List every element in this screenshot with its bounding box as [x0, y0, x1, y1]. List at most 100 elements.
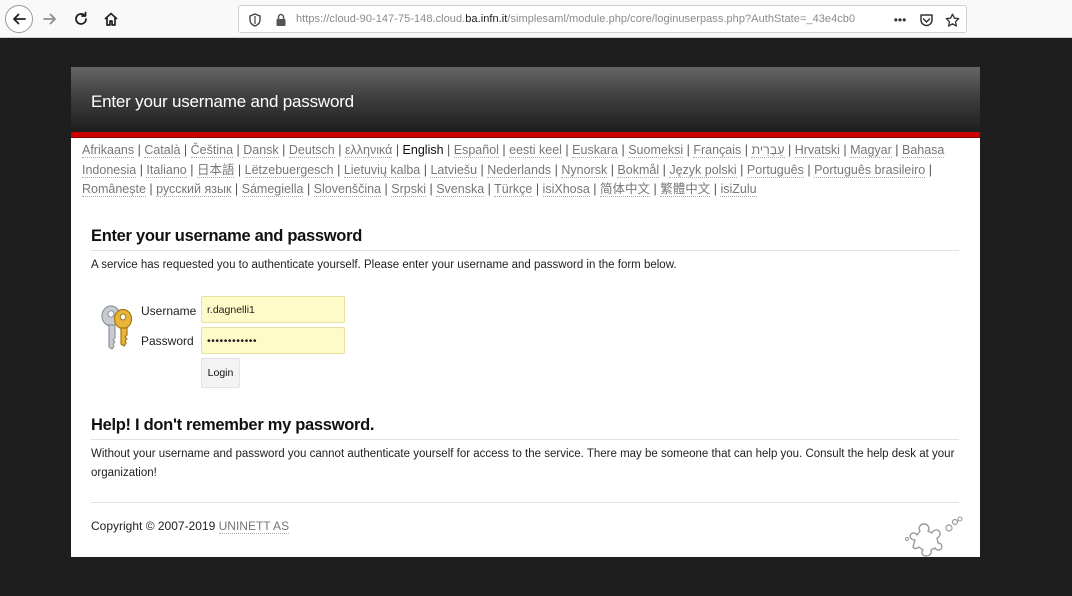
- language-link[interactable]: Deutsch: [288, 143, 335, 158]
- username-label: Username: [141, 304, 197, 318]
- language-link[interactable]: Euskara: [572, 143, 619, 158]
- language-separator: |: [839, 143, 851, 157]
- language-separator: |: [659, 162, 670, 177]
- help-text: Without your username and password you c…: [91, 448, 955, 479]
- lock-icon[interactable]: [273, 12, 289, 28]
- divider: [91, 250, 959, 251]
- language-link[interactable]: ελληνικά: [344, 143, 393, 158]
- language-link[interactable]: Język polski: [669, 162, 737, 178]
- language-separator: |: [736, 162, 747, 177]
- login-heading: Enter your username and password: [91, 227, 362, 245]
- reload-button[interactable]: [67, 5, 95, 33]
- language-link[interactable]: isiXhosa: [542, 182, 590, 197]
- language-link[interactable]: Português: [746, 162, 804, 178]
- language-separator: |: [618, 143, 629, 157]
- shield-icon[interactable]: [247, 12, 263, 28]
- back-button[interactable]: [5, 5, 33, 33]
- language-link[interactable]: Slovenščina: [313, 182, 382, 197]
- language-link[interactable]: Srpski: [391, 182, 427, 197]
- language-link[interactable]: Lietuvių kalba: [343, 162, 421, 178]
- password-label: Password: [141, 334, 194, 348]
- language-separator: |: [333, 162, 344, 177]
- page-actions-menu-icon[interactable]: •••: [891, 12, 909, 28]
- language-link[interactable]: eesti keel: [509, 143, 562, 158]
- bookmark-star-icon[interactable]: [944, 12, 960, 28]
- browser-toolbar: https://cloud-90-147-75-148.cloud.ba.inf…: [0, 0, 1072, 38]
- language-separator: |: [234, 162, 245, 177]
- language-link[interactable]: Türkçe: [494, 182, 533, 197]
- language-separator: |: [392, 143, 403, 157]
- language-link[interactable]: Latviešu: [430, 162, 478, 178]
- language-link[interactable]: 简体中文: [600, 182, 651, 197]
- language-link[interactable]: Čeština: [190, 143, 234, 158]
- login-page: Enter your username and password Afrikaa…: [71, 67, 980, 557]
- language-link[interactable]: Magyar: [850, 143, 892, 158]
- language-link[interactable]: Românește: [82, 182, 146, 197]
- language-link[interactable]: Nederlands: [487, 162, 552, 178]
- language-separator: |: [925, 162, 932, 177]
- keys-icon: [99, 302, 135, 350]
- simplesamlphp-logo-icon: [903, 516, 963, 558]
- url-bar[interactable]: https://cloud-90-147-75-148.cloud.ba.inf…: [238, 5, 967, 33]
- footer-copyright: Copyright © 2007-2019 UNINETT AS: [91, 519, 290, 534]
- home-icon: [104, 12, 118, 26]
- language-link[interactable]: Català: [144, 143, 181, 158]
- language-link[interactable]: עַבְרִית: [751, 143, 785, 158]
- language-link[interactable]: Italiano: [146, 162, 187, 178]
- language-separator: |: [477, 162, 488, 177]
- language-separator: |: [426, 182, 437, 196]
- home-button[interactable]: [97, 5, 125, 33]
- header-accent-bar: [71, 132, 980, 138]
- language-separator: |: [484, 182, 495, 196]
- language-link[interactable]: Français: [693, 143, 742, 158]
- language-link[interactable]: Português brasileiro: [814, 162, 926, 178]
- language-link[interactable]: Svenska: [436, 182, 485, 197]
- divider: [91, 439, 959, 440]
- language-separator: |: [683, 143, 694, 157]
- login-button[interactable]: Login: [201, 358, 240, 388]
- language-current: English: [402, 143, 444, 157]
- language-link[interactable]: Dansk: [243, 143, 279, 158]
- language-link[interactable]: Suomeksi: [628, 143, 684, 158]
- language-separator: |: [381, 182, 392, 196]
- language-separator: |: [561, 143, 573, 157]
- language-separator: |: [710, 182, 721, 196]
- url-text: https://cloud-90-147-75-148.cloud.ba.inf…: [296, 13, 856, 25]
- language-link[interactable]: Hrvatski: [794, 143, 840, 158]
- copyright-text: Copyright © 2007-2019: [91, 519, 216, 533]
- uninett-link[interactable]: UNINETT AS: [218, 519, 290, 534]
- language-separator: |: [334, 143, 345, 157]
- language-separator: |: [498, 143, 510, 157]
- language-separator: |: [278, 143, 289, 157]
- language-link[interactable]: Nynorsk: [561, 162, 608, 178]
- language-link[interactable]: Bokmål: [617, 162, 660, 178]
- page-header: Enter your username and password: [71, 67, 980, 132]
- language-link[interactable]: Sámegiella: [241, 182, 304, 197]
- language-separator: |: [231, 182, 242, 196]
- pocket-icon[interactable]: [918, 12, 934, 28]
- language-link[interactable]: 日本語: [196, 162, 235, 178]
- forward-button[interactable]: [36, 5, 64, 33]
- language-link[interactable]: Español: [453, 143, 499, 158]
- reload-icon: [75, 11, 87, 25]
- language-separator: |: [145, 182, 157, 196]
- language-separator: |: [551, 162, 562, 177]
- language-separator: |: [650, 182, 661, 196]
- language-separator: |: [443, 143, 454, 157]
- language-separator: |: [136, 162, 147, 177]
- password-input[interactable]: [201, 327, 345, 354]
- language-link[interactable]: isiZulu: [720, 182, 757, 197]
- username-input[interactable]: [201, 296, 345, 323]
- language-bar: Afrikaans | Català | Čeština | Dansk | D…: [82, 141, 972, 200]
- language-separator: |: [803, 162, 815, 177]
- arrow-left-icon: [13, 13, 26, 25]
- language-separator: |: [186, 162, 197, 177]
- language-link[interactable]: Afrikaans: [82, 143, 135, 158]
- login-intro-text: A service has requested you to authentic…: [91, 259, 677, 271]
- language-link[interactable]: Lëtzebuergesch: [244, 162, 334, 178]
- divider: [91, 502, 959, 503]
- language-separator: |: [532, 182, 543, 196]
- language-separator: |: [607, 162, 618, 177]
- language-link[interactable]: 繁體中文: [660, 182, 711, 197]
- language-link[interactable]: русский язык: [156, 182, 232, 197]
